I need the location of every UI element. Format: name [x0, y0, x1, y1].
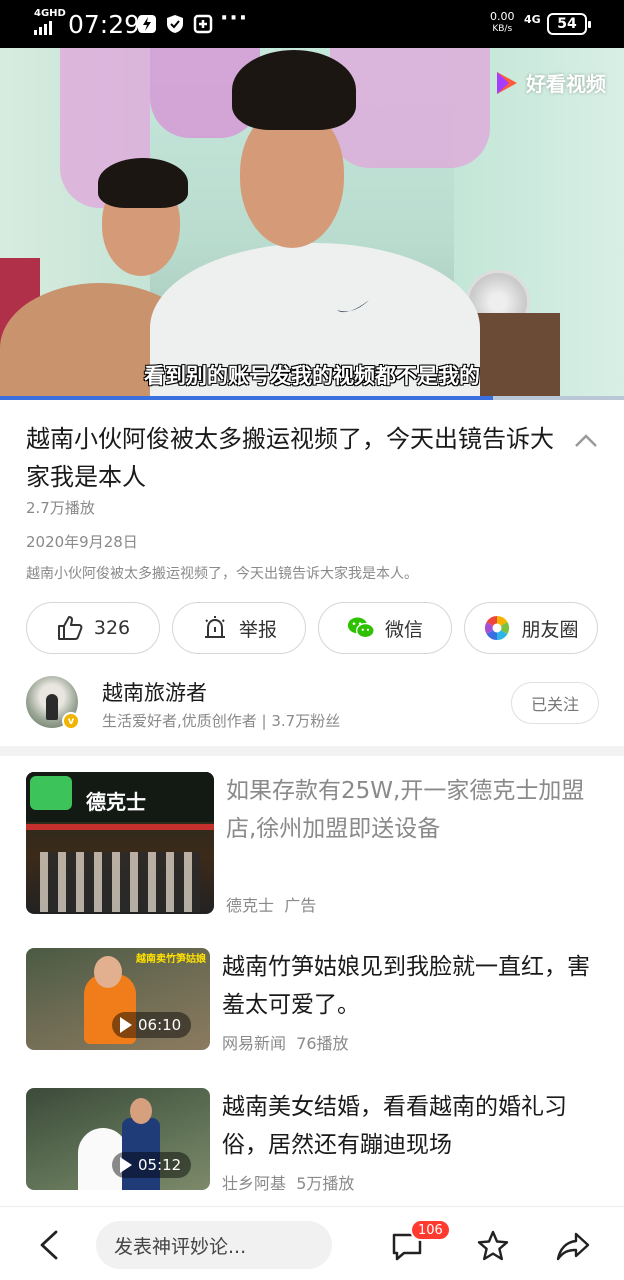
- swoosh-logo-icon: [337, 300, 369, 313]
- haokan-brand: 好看视频: [494, 68, 606, 97]
- feed-title: 越南竹笋姑娘见到我脸就一直红，害羞太可爱了。: [222, 954, 590, 1018]
- play-icon: [120, 1017, 132, 1033]
- report-button[interactable]: 举报: [172, 602, 306, 654]
- like-button[interactable]: 326: [26, 602, 160, 654]
- feed-source: 德克士: [226, 896, 275, 915]
- battery-icon: 54: [547, 13, 591, 35]
- feed-meta: 壮乡阿基 5万播放: [222, 1170, 354, 1194]
- more-status-icon: ···: [220, 6, 249, 31]
- duration-badge: 06:10: [112, 1012, 192, 1038]
- follow-button[interactable]: 已关注: [511, 682, 599, 724]
- haokan-logo-icon: [497, 71, 517, 94]
- alarm-report-icon: [204, 616, 225, 638]
- author-meta: 生活爱好者,优质创作者 | 3.7万粉丝: [102, 712, 341, 730]
- clock: 07:29: [68, 10, 141, 39]
- network-type: 4GHD: [34, 8, 66, 19]
- status-bar: 4GHD 07:29 ··· 0.00 KB/s 4G 54: [0, 0, 624, 48]
- thumbnail-text: 越南卖竹笋姑娘: [136, 954, 206, 965]
- play-icon: [120, 1157, 132, 1173]
- screenshot-app-icon: [193, 14, 213, 34]
- video-subtitle: 看到别的账号发我的视频都不是我的: [144, 364, 480, 388]
- brand-text: 好看视频: [526, 72, 606, 96]
- comment-input[interactable]: 发表神评妙论...: [96, 1221, 332, 1269]
- network-type-right: 4G: [524, 13, 541, 26]
- ad-tag: 广告: [284, 896, 317, 915]
- feed-source: 壮乡阿基: [222, 1174, 287, 1193]
- video-description: 越南小伙阿俊被太多搬运视频了，今天出镜告诉大家我是本人。: [26, 566, 418, 582]
- feed-title: 越南美女结婚，看看越南的婚礼习俗，居然还有蹦迪现场: [222, 1094, 567, 1158]
- play-count: 2.7万播放: [26, 499, 95, 517]
- back-arrow-icon[interactable]: [36, 1229, 64, 1261]
- video-thumbnail: 05:12: [26, 1088, 210, 1190]
- verified-badge-icon: v: [62, 712, 80, 730]
- video-progress-fill: [0, 396, 493, 400]
- signal-icon: [34, 21, 52, 35]
- share-wechat-button[interactable]: 微信: [318, 602, 452, 654]
- feed-meta: 德克士 广告: [226, 892, 316, 916]
- shield-icon: [167, 15, 183, 33]
- video-thumbnail: 德克士: [26, 772, 214, 914]
- flash-app-icon: [138, 15, 156, 33]
- moments-label: 朋友圈: [521, 618, 579, 641]
- list-item[interactable]: 德克士 如果存款有25W,开一家德克士加盟店,徐州加盟即送设备 德克士 广告: [26, 772, 598, 916]
- share-arrow-icon[interactable]: [555, 1229, 591, 1263]
- feed-source: 网易新闻: [222, 1034, 287, 1053]
- video-thumbnail: 越南卖竹笋姑娘 06:10: [26, 948, 210, 1050]
- chevron-up-icon[interactable]: [574, 432, 598, 448]
- wechat-icon: [347, 617, 375, 639]
- moments-aperture-icon: [485, 616, 510, 640]
- feed-meta: 网易新闻 76播放: [222, 1030, 349, 1054]
- feed-title: 如果存款有25W,开一家德克士加盟店,徐州加盟即送设备: [226, 778, 585, 842]
- left-person-hair: [98, 158, 188, 208]
- net-speed: 0.00 KB/s: [490, 10, 515, 35]
- share-moments-button[interactable]: 朋友圈: [464, 602, 598, 654]
- section-divider: [0, 746, 624, 756]
- wechat-label: 微信: [384, 618, 423, 641]
- video-progress-bar[interactable]: [0, 396, 624, 400]
- author-name[interactable]: 越南旅游者: [102, 677, 207, 707]
- right-person-hair: [232, 50, 356, 130]
- comment-count-badge: 106: [410, 1219, 451, 1241]
- video-title: 越南小伙阿俊被太多搬运视频了，今天出镜告诉大家我是本人: [26, 425, 554, 491]
- action-bar: 326 举报 微信 朋友圈: [26, 602, 598, 654]
- star-icon[interactable]: [476, 1229, 510, 1263]
- bottom-bar: 发表神评妙论... 106: [0, 1206, 624, 1280]
- list-item[interactable]: 越南卖竹笋姑娘 06:10 越南竹笋姑娘见到我脸就一直红，害羞太可爱了。 网易新…: [26, 948, 598, 1054]
- video-player[interactable]: 好看视频 看到别的账号发我的视频都不是我的: [0, 48, 624, 400]
- list-item[interactable]: 05:12 越南美女结婚，看看越南的婚礼习俗，居然还有蹦迪现场 壮乡阿基 5万播…: [26, 1088, 598, 1194]
- feed-plays: 76播放: [296, 1034, 349, 1053]
- duration-badge: 05:12: [112, 1152, 192, 1178]
- publish-date: 2020年9月28日: [26, 533, 138, 551]
- thumbs-up-icon: [57, 616, 83, 640]
- report-label: 举报: [238, 618, 277, 641]
- thumbnail-text: 德克士: [86, 790, 146, 814]
- feed-plays: 5万播放: [296, 1174, 355, 1193]
- like-count: 326: [93, 617, 131, 639]
